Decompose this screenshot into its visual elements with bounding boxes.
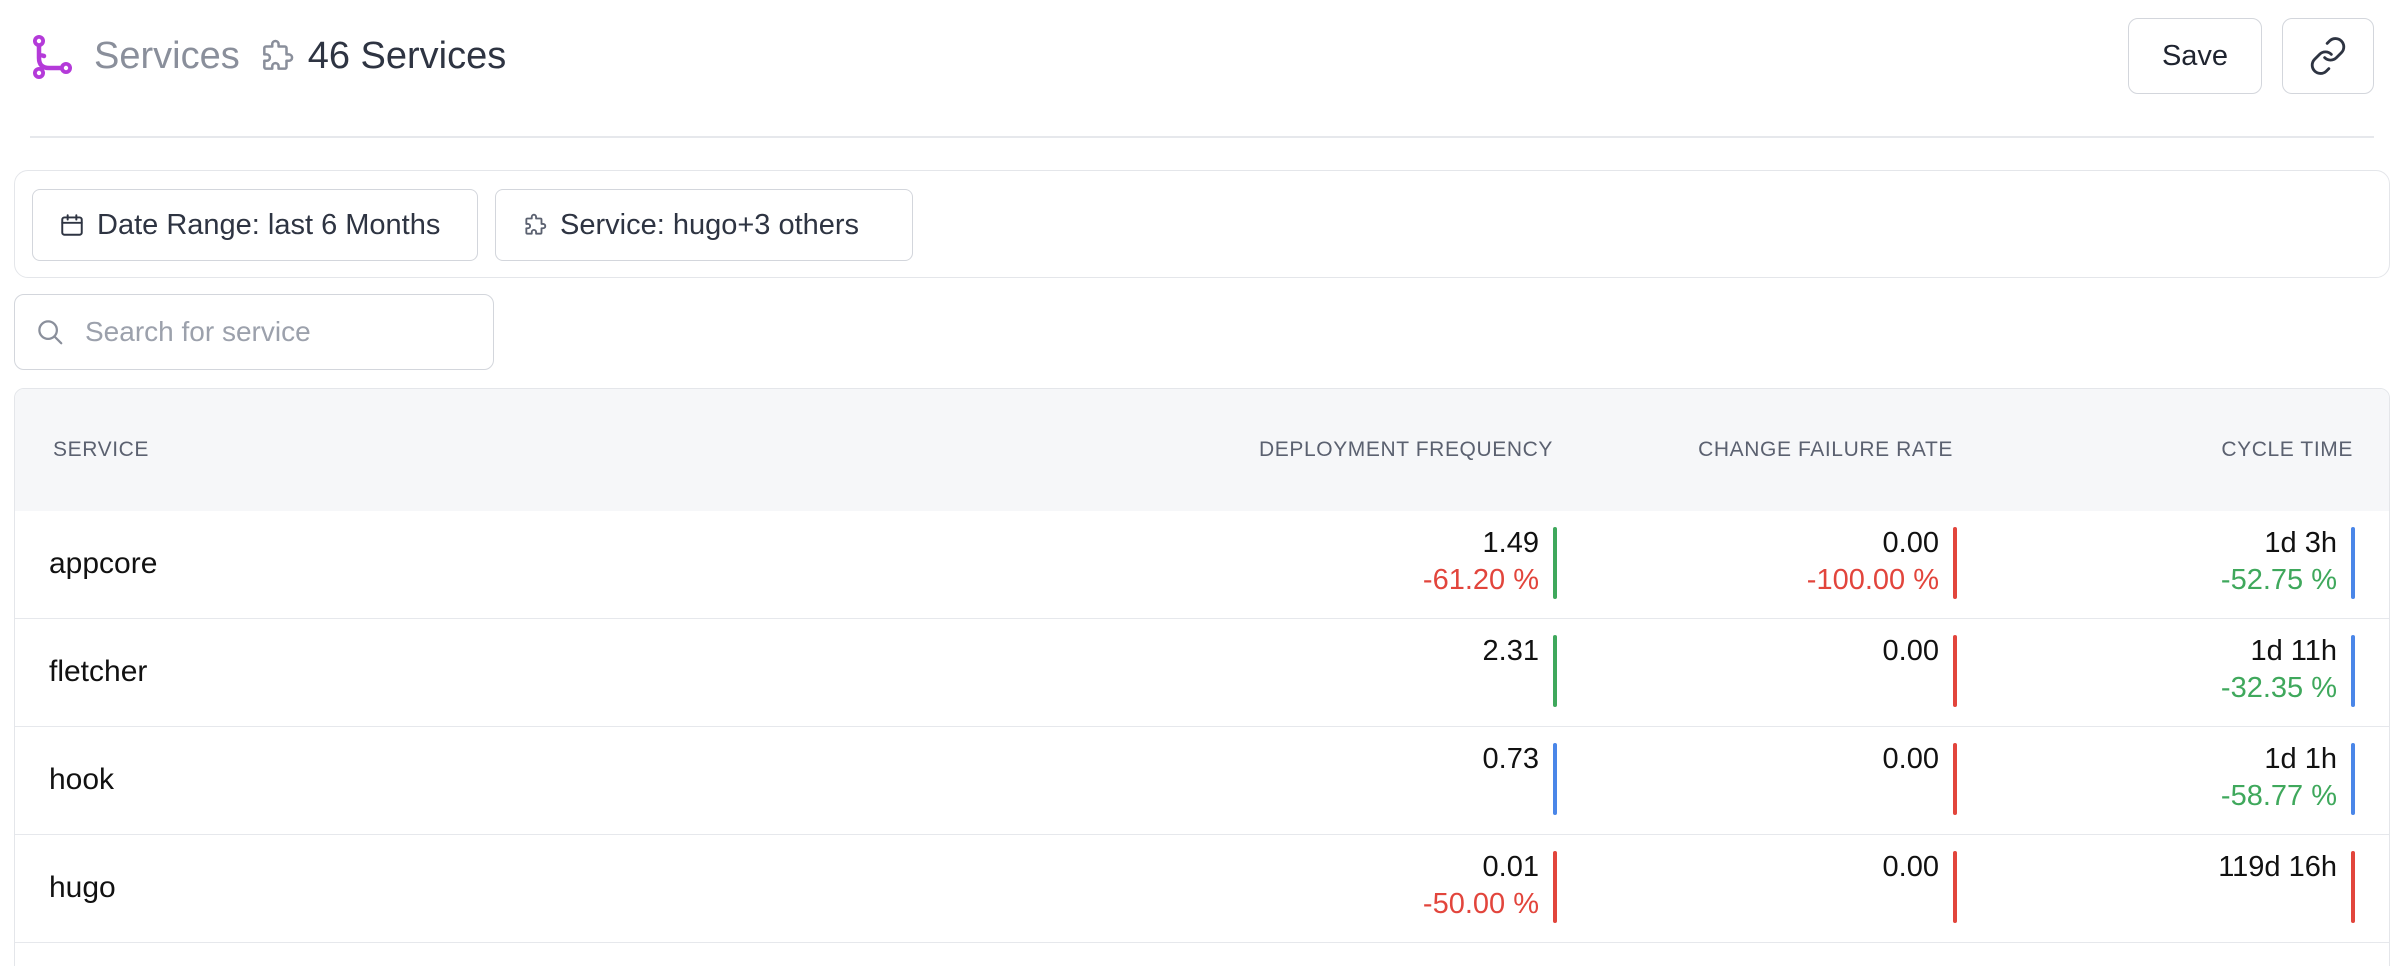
column-header-deployment-frequency[interactable]: DEPLOYMENT FREQUENCY [1259, 389, 1553, 511]
service-filter-label: Service: hugo+3 others [560, 208, 860, 241]
change-failure-rate-value: 0.00 [1882, 743, 1939, 775]
change-failure-rate-value: 0.00 [1882, 527, 1939, 559]
cycle-time-cell: 119d 16h [2218, 849, 2337, 921]
cycle-time-value: 119d 16h [2218, 851, 2337, 883]
change-failure-rate-indicator [1953, 743, 1957, 815]
column-header-change-failure-rate[interactable]: CHANGE FAILURE RATE [1698, 389, 1953, 511]
column-header-cycle-time[interactable]: CYCLE TIME [2221, 389, 2353, 511]
deployment-frequency-indicator [1553, 743, 1557, 815]
save-button[interactable]: Save [2128, 18, 2262, 94]
cycle-time-change: -58.77 % [2220, 780, 2337, 812]
cycle-time-cell: 1d 3h -52.75 % [2221, 525, 2337, 597]
cycle-time-change: -52.75 % [2220, 564, 2337, 596]
deployment-frequency-cell: 0.01 -50.00 % [1423, 849, 1539, 921]
change-failure-rate-change: -100.00 % [1806, 564, 1939, 596]
service-name[interactable]: hook [49, 727, 114, 833]
search-box [14, 294, 494, 370]
cycle-time-change: -32.35 % [2220, 672, 2337, 704]
cycle-time-cell: 1d 11h -32.35 % [2221, 633, 2337, 705]
deployment-frequency-value: 2.31 [1482, 635, 1539, 667]
deployment-frequency-change: -50.00 % [1422, 888, 1539, 920]
deployment-frequency-indicator [1553, 527, 1557, 599]
page-title[interactable]: Services [94, 35, 240, 78]
breadcrumb: Services 46 Services [94, 28, 506, 84]
service-name[interactable]: appcore [49, 511, 157, 617]
change-failure-rate-indicator [1953, 851, 1957, 923]
deployment-frequency-change: -61.20 % [1422, 564, 1539, 596]
deployment-frequency-cell: 1.49 -61.20 % [1423, 525, 1539, 597]
deployment-frequency-value: 0.01 [1482, 851, 1539, 883]
services-table: SERVICE DEPLOYMENT FREQUENCY CHANGE FAIL… [14, 388, 2390, 966]
change-failure-rate-value: 0.00 [1882, 851, 1939, 883]
header-divider [30, 136, 2374, 138]
service-filter[interactable]: Service: hugo+3 others [495, 189, 913, 261]
change-failure-rate-cell: 0.00 [1883, 633, 1939, 705]
change-failure-rate-value: 0.00 [1882, 635, 1939, 667]
services-logo-icon [33, 35, 72, 79]
deployment-frequency-indicator [1553, 635, 1557, 707]
cycle-time-cell: 1d 1h -58.77 % [2221, 741, 2337, 813]
cycle-time-indicator [2351, 743, 2355, 815]
service-name[interactable]: fletcher [49, 619, 147, 725]
change-failure-rate-indicator [1953, 527, 1957, 599]
table-row[interactable]: appcore 1.49 -61.20 % 0.00 -100.00 % 1d … [15, 511, 2389, 619]
services-count: 46 Services [307, 34, 507, 77]
page-header: Services 46 Services Save [0, 0, 2404, 138]
table-header: SERVICE DEPLOYMENT FREQUENCY CHANGE FAIL… [15, 389, 2389, 511]
cycle-time-value: 1d 11h [2250, 635, 2337, 667]
puzzle-icon [262, 39, 293, 70]
deployment-frequency-cell: 0.73 [1483, 741, 1539, 813]
change-failure-rate-indicator [1953, 635, 1957, 707]
table-row[interactable]: fletcher 2.31 0.00 1d 11h -32.35 % [15, 619, 2389, 727]
deployment-frequency-indicator [1553, 851, 1557, 923]
cycle-time-indicator [2351, 527, 2355, 599]
deployment-frequency-value: 0.73 [1482, 743, 1539, 775]
search-input[interactable] [85, 316, 465, 348]
cycle-time-indicator [2351, 851, 2355, 923]
cycle-time-indicator [2351, 635, 2355, 707]
date-range-label: Date Range: last 6 Months [97, 208, 441, 241]
date-range-filter[interactable]: Date Range: last 6 Months [32, 189, 478, 261]
change-failure-rate-cell: 0.00 [1883, 849, 1939, 921]
copy-link-button[interactable] [2282, 18, 2374, 94]
calendar-icon [61, 214, 83, 236]
cycle-time-value: 1d 1h [2264, 743, 2337, 775]
service-name[interactable]: hugo [49, 835, 116, 941]
deployment-frequency-value: 1.49 [1482, 527, 1539, 559]
puzzle-icon [525, 213, 547, 235]
search-icon [38, 320, 63, 345]
table-row[interactable]: hugo 0.01 -50.00 % 0.00 119d 16h [15, 835, 2389, 943]
table-row[interactable]: hook 0.73 0.00 1d 1h -58.77 % [15, 727, 2389, 835]
change-failure-rate-cell: 0.00 [1883, 741, 1939, 813]
deployment-frequency-cell: 2.31 [1483, 633, 1539, 705]
link-icon [2310, 37, 2346, 75]
filter-bar: Date Range: last 6 Months Service: hugo+… [14, 170, 2390, 278]
cycle-time-value: 1d 3h [2264, 527, 2337, 559]
column-header-service[interactable]: SERVICE [53, 389, 149, 511]
change-failure-rate-cell: 0.00 -100.00 % [1807, 525, 1939, 597]
